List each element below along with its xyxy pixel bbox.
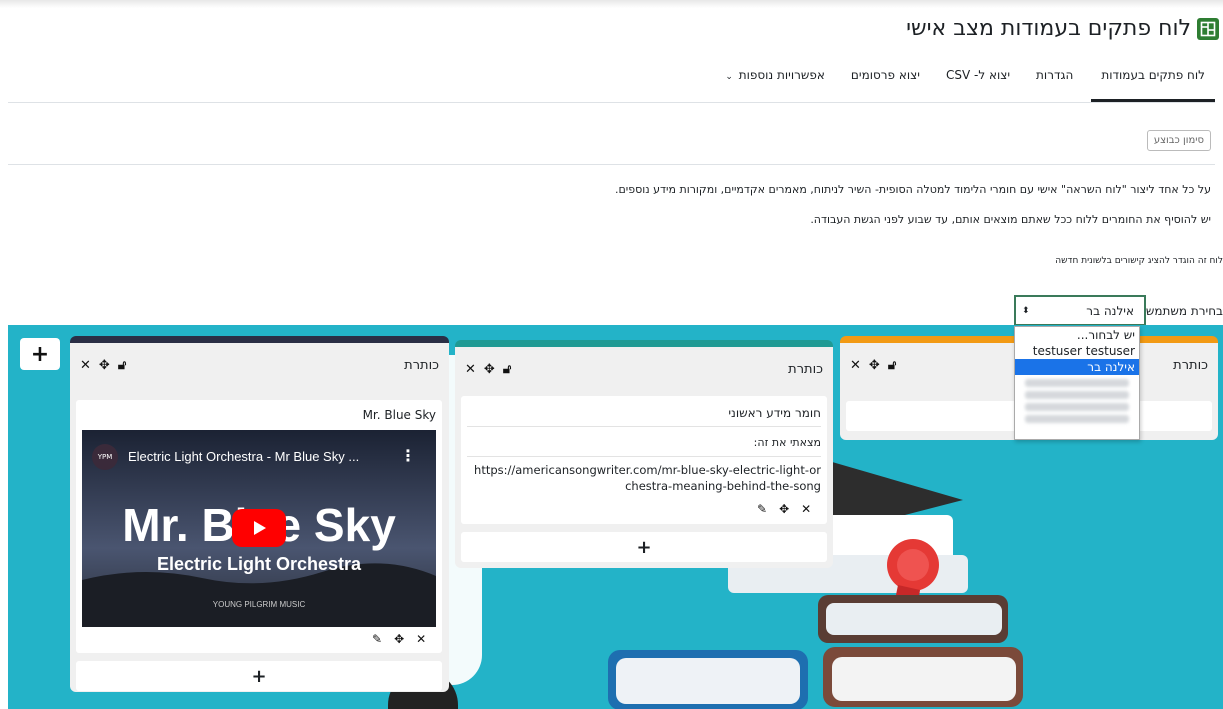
option-placeholder[interactable]: יש לבחור... xyxy=(1015,327,1139,343)
note-link[interactable]: https://americansongwriter.com/mr-blue-s… xyxy=(471,462,821,494)
edit-icon[interactable]: ✎ xyxy=(372,632,382,646)
column-header: כותרת ✕ ✥ 🔓︎ xyxy=(70,343,449,387)
move-icon[interactable]: ✥ xyxy=(99,358,110,373)
add-column-button[interactable]: + xyxy=(20,338,60,370)
page-title-text: לוח פתקים בעמודות מצב אישי xyxy=(906,16,1191,41)
blurred-option[interactable] xyxy=(1025,379,1129,387)
edit-icon[interactable]: ✎ xyxy=(757,502,767,516)
note-title: חומר מידע ראשוני xyxy=(728,406,821,420)
option-selected[interactable]: אילנה בר xyxy=(1015,359,1139,375)
tab-settings[interactable]: הגדרות xyxy=(1026,56,1083,102)
user-select-value: אילנה בר xyxy=(1086,303,1134,318)
blurred-option[interactable] xyxy=(1025,415,1129,423)
tab-board[interactable]: לוח פתקים בעמודות xyxy=(1091,56,1215,102)
column-title: כותרת xyxy=(1173,357,1208,373)
column-tools: ✕ ✥ 🔓︎ xyxy=(80,358,126,373)
note-text: מצאתי את זה: xyxy=(753,436,821,449)
unlock-icon[interactable]: 🔓︎ xyxy=(888,358,896,373)
column-title: כותרת xyxy=(788,361,823,377)
close-icon[interactable]: ✕ xyxy=(465,362,476,377)
mark-done-button[interactable]: סימון כבוצע xyxy=(1146,130,1211,151)
note-title: Mr. Blue Sky xyxy=(362,408,436,422)
play-button[interactable] xyxy=(232,509,286,547)
intro-line-2: יש להוסיף את החומרים ללוח ככל שאתם מוצאי… xyxy=(810,213,1211,226)
close-icon[interactable]: ✕ xyxy=(80,358,91,373)
tab-export-csv[interactable]: יצוא ל- CSV xyxy=(936,56,1020,102)
note-tools: ✎ ✥ ✕ xyxy=(372,632,426,646)
intro-line-1: על כל אחד ליצור "לוח השראה" אישי עם חומר… xyxy=(615,183,1211,196)
note-tools: ✎ ✥ ✕ xyxy=(757,502,811,516)
move-icon[interactable]: ✥ xyxy=(394,632,404,646)
channel-label: YPM xyxy=(97,453,113,461)
user-select-dropdown: יש לבחור... testuser testuser אילנה בר xyxy=(1014,326,1140,440)
note-card[interactable]: חומר מידע ראשוני מצאתי את זה: https://am… xyxy=(461,396,827,524)
note-divider xyxy=(467,456,821,457)
column-tools: ✕ ✥ 🔓︎ xyxy=(465,362,511,377)
column-title: כותרת xyxy=(404,357,439,373)
move-icon[interactable]: ✥ xyxy=(779,502,789,516)
note-divider xyxy=(467,426,821,427)
tab-bar: לוח פתקים בעמודות הגדרות יצוא ל- CSV יצו… xyxy=(8,56,1215,103)
select-arrows-icon: ⬍ xyxy=(1022,305,1030,316)
user-select[interactable]: אילנה בר ⬍ xyxy=(1014,295,1146,326)
delete-icon[interactable]: ✕ xyxy=(801,502,811,516)
tab-export-posts[interactable]: יצוא פרסומים xyxy=(841,56,930,102)
add-note-button[interactable]: + xyxy=(461,532,827,562)
video-title: Electric Light Orchestra - Mr Blue Sky .… xyxy=(128,449,360,464)
page-title: לוח פתקים בעמודות מצב אישי xyxy=(906,16,1219,41)
column-header: כותרת ✕ ✥ 🔓︎ xyxy=(455,347,833,391)
play-icon xyxy=(254,521,266,535)
kebab-menu-icon[interactable]: ⋮ xyxy=(400,446,416,465)
board-icon xyxy=(1197,17,1219,40)
video-sub-text: Electric Light Orchestra xyxy=(156,554,362,574)
column-3: כותרת ✕ ✥ 🔓︎ Mr. Blue Sky YPM Electric L… xyxy=(70,336,449,692)
divider xyxy=(8,164,1215,165)
option-testuser[interactable]: testuser testuser xyxy=(1015,343,1139,359)
top-shadow xyxy=(0,0,1223,8)
chevron-down-icon: ⌄ xyxy=(725,72,733,82)
user-select-label: בחירת משתמש xyxy=(1145,304,1223,318)
more-options-label: אפשרויות נוספות xyxy=(738,68,825,82)
unlock-icon[interactable]: 🔓︎ xyxy=(118,358,126,373)
delete-icon[interactable]: ✕ xyxy=(416,632,426,646)
blurred-option[interactable] xyxy=(1025,391,1129,399)
video-footer: YOUNG PILGRIM MUSIC xyxy=(212,600,306,609)
move-icon[interactable]: ✥ xyxy=(869,358,880,373)
column-tools: ✕ ✥ 🔓︎ xyxy=(850,358,896,373)
channel-avatar: YPM xyxy=(92,444,118,470)
links-note: לוח זה הוגדר להציג קישורים בלשונית חדשה xyxy=(1055,256,1223,266)
blurred-option[interactable] xyxy=(1025,403,1129,411)
note-card[interactable]: Mr. Blue Sky YPM Electric Light Orchestr… xyxy=(76,400,442,653)
move-icon[interactable]: ✥ xyxy=(484,362,495,377)
add-note-button[interactable]: + xyxy=(76,661,442,691)
column-2: כותרת ✕ ✥ 🔓︎ חומר מידע ראשוני מצאתי את ז… xyxy=(455,340,833,568)
close-icon[interactable]: ✕ xyxy=(850,358,861,373)
unlock-icon[interactable]: 🔓︎ xyxy=(503,362,511,377)
tab-more-options[interactable]: אפשרויות נוספות ⌄ xyxy=(715,56,835,102)
youtube-embed[interactable]: YPM Electric Light Orchestra - Mr Blue S… xyxy=(82,430,436,627)
